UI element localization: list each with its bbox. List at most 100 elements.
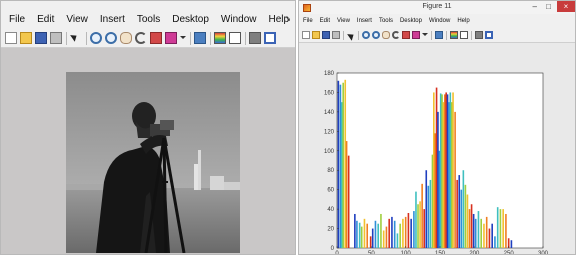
- zoom-out-icon[interactable]: [372, 31, 380, 39]
- print-icon[interactable]: [332, 31, 340, 39]
- close-button[interactable]: ×: [557, 1, 575, 12]
- menu-tools[interactable]: Tools: [137, 14, 160, 25]
- histogram-figure-window: Figure 11 – □ × File Edit View Insert To…: [298, 0, 576, 255]
- histogram-bar: [404, 216, 407, 248]
- histogram-bar: [502, 209, 504, 248]
- histogram-bar: [462, 170, 465, 248]
- hide-plot-tools-icon[interactable]: [475, 31, 483, 39]
- histogram-bar: [399, 223, 401, 248]
- insert-colorbar-icon[interactable]: [450, 31, 458, 39]
- histogram-bar: [341, 102, 343, 248]
- menu-desktop[interactable]: Desktop: [400, 18, 422, 24]
- histogram-bar: [439, 93, 442, 248]
- histogram-bar: [431, 154, 434, 248]
- print-icon[interactable]: [50, 32, 62, 44]
- histogram-bar: [460, 189, 463, 248]
- menu-window[interactable]: Window: [221, 14, 257, 25]
- edit-plot-pointer-icon[interactable]: [70, 32, 82, 44]
- y-tick-label: 60: [327, 188, 334, 194]
- histogram-bar: [427, 185, 430, 248]
- toolbar-separator: [471, 30, 472, 40]
- menu-edit[interactable]: Edit: [37, 14, 54, 25]
- histogram-bar: [410, 218, 412, 248]
- menu-view[interactable]: View: [337, 18, 350, 24]
- x-tick-label: 50: [368, 251, 375, 255]
- open-file-icon[interactable]: [20, 32, 32, 44]
- histogram-bar: [488, 228, 491, 248]
- toolbar-separator: [86, 31, 87, 45]
- histogram-bar: [388, 218, 390, 248]
- x-tick-label: 100: [401, 251, 412, 255]
- menu-file[interactable]: File: [303, 18, 313, 24]
- edit-plot-pointer-icon[interactable]: [347, 31, 355, 39]
- zoom-in-icon[interactable]: [362, 31, 370, 39]
- brush-dropdown-icon[interactable]: [180, 36, 186, 40]
- y-tick-label: 120: [324, 129, 335, 135]
- menu-file[interactable]: File: [9, 14, 25, 25]
- pan-hand-icon[interactable]: [382, 31, 390, 39]
- histogram-bar: [464, 184, 467, 248]
- figure-canvas: [1, 48, 295, 254]
- minimize-button[interactable]: –: [533, 2, 537, 12]
- save-icon[interactable]: [35, 32, 47, 44]
- y-tick-label: 100: [324, 149, 335, 155]
- brush-dropdown-icon[interactable]: [422, 33, 428, 37]
- insert-legend-icon[interactable]: [229, 32, 241, 44]
- pan-hand-icon[interactable]: [120, 32, 132, 44]
- histogram-bar: [377, 223, 379, 248]
- insert-legend-icon[interactable]: [460, 31, 468, 39]
- toolbar-separator: [431, 30, 432, 40]
- toolbar-separator: [190, 31, 191, 45]
- histogram-bar: [344, 79, 347, 248]
- y-tick-label: 160: [324, 90, 335, 96]
- histogram-bar: [413, 211, 415, 248]
- histogram-bar: [510, 240, 513, 248]
- show-plot-tools-icon[interactable]: [485, 31, 493, 39]
- y-tick-label: 20: [327, 227, 334, 233]
- link-plot-icon[interactable]: [435, 31, 443, 39]
- brush-icon[interactable]: [165, 32, 177, 44]
- histogram-bar: [483, 223, 485, 248]
- histogram-bar: [448, 102, 450, 248]
- save-icon[interactable]: [322, 31, 330, 39]
- menu-window[interactable]: Window: [429, 18, 450, 24]
- y-tick-label: 40: [327, 207, 334, 213]
- link-plot-icon[interactable]: [194, 32, 206, 44]
- dock-arrow-icon[interactable]: ↘: [284, 14, 291, 23]
- menu-edit[interactable]: Edit: [320, 18, 330, 24]
- toolbar-separator: [446, 30, 447, 40]
- brush-icon[interactable]: [412, 31, 420, 39]
- data-cursor-icon[interactable]: [402, 31, 410, 39]
- hide-plot-tools-icon[interactable]: [249, 32, 261, 44]
- histogram-bar: [466, 194, 469, 248]
- x-tick-label: 200: [469, 251, 480, 255]
- histogram-bar: [438, 150, 441, 248]
- menu-desktop[interactable]: Desktop: [172, 14, 209, 25]
- y-tick-label: 180: [324, 71, 335, 77]
- new-figure-icon[interactable]: [5, 32, 17, 44]
- histogram-bar: [499, 209, 502, 248]
- histogram-bar: [374, 220, 377, 248]
- histogram-bar: [342, 82, 344, 248]
- histogram-bar: [452, 92, 454, 248]
- histogram-bar: [391, 216, 393, 248]
- maximize-button[interactable]: □: [546, 2, 551, 12]
- rotate-3d-icon[interactable]: [135, 32, 147, 44]
- menu-view[interactable]: View: [66, 14, 88, 25]
- zoom-out-icon[interactable]: [105, 32, 117, 44]
- insert-colorbar-icon[interactable]: [214, 32, 226, 44]
- menu-bar: File Edit View Insert Tools Desktop Wind…: [299, 15, 575, 27]
- rotate-3d-icon[interactable]: [392, 31, 400, 39]
- open-file-icon[interactable]: [312, 31, 320, 39]
- menu-help[interactable]: Help: [457, 18, 469, 24]
- figure-canvas: 0 50 100 150 200 250 300 0 20 40 60 80 100 120 140 160 1…: [299, 43, 575, 254]
- title-bar: Figure 11 – □ ×: [299, 1, 575, 14]
- menu-tools[interactable]: Tools: [379, 18, 393, 24]
- histogram-bar: [425, 170, 428, 248]
- zoom-in-icon[interactable]: [90, 32, 102, 44]
- show-plot-tools-icon[interactable]: [264, 32, 276, 44]
- data-cursor-icon[interactable]: [150, 32, 162, 44]
- menu-insert[interactable]: Insert: [100, 14, 125, 25]
- new-figure-icon[interactable]: [302, 31, 310, 39]
- menu-insert[interactable]: Insert: [357, 18, 372, 24]
